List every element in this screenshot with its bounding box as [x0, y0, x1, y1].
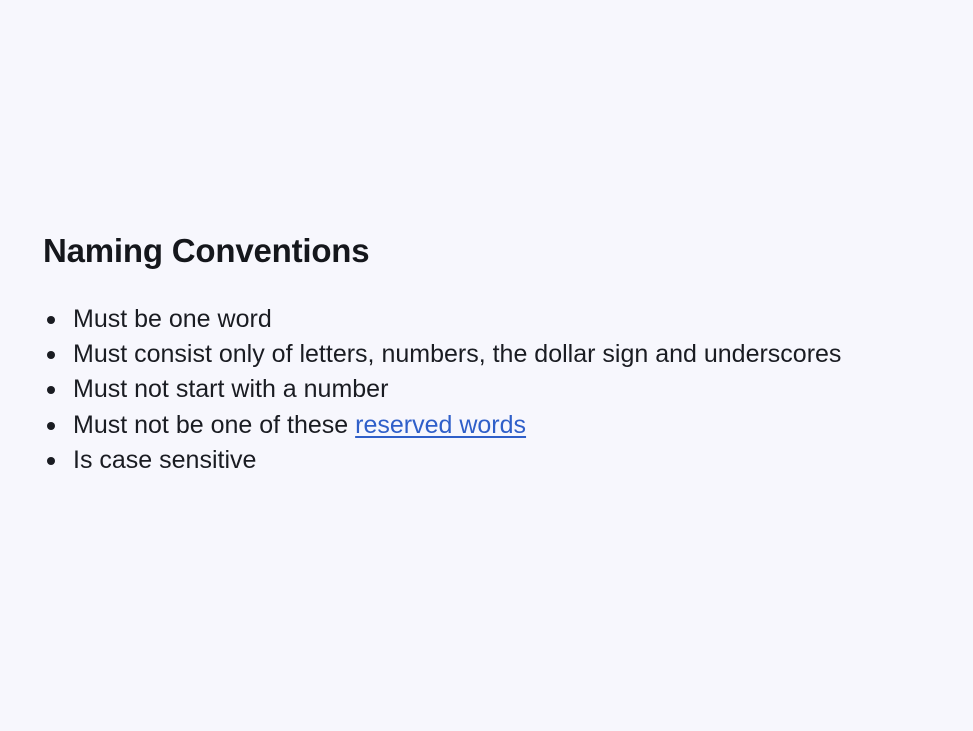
naming-conventions-section: Naming Conventions Must be one word Must…: [43, 229, 963, 478]
rule-text: Must consist only of letters, numbers, t…: [73, 340, 842, 369]
rule-text: Must not be one of these: [73, 410, 356, 439]
rule-one-word: Must be one word: [43, 302, 963, 337]
rule-allowed-characters: Must consist only of letters, numbers, t…: [43, 337, 963, 372]
rule-text: Must not start with a number: [73, 375, 389, 404]
bullet-icon: [47, 316, 55, 324]
rule-no-leading-number: Must not start with a number: [43, 372, 963, 407]
bullet-icon: [47, 421, 55, 430]
rule-text: Must be one word: [73, 305, 272, 333]
bullet-icon: [47, 351, 55, 360]
rule-case-sensitive: Is case sensitive: [43, 443, 963, 478]
rule-text: Is case sensitive: [73, 445, 257, 474]
bullet-icon: [47, 456, 55, 465]
section-heading: Naming Conventions: [43, 232, 370, 269]
rules-list: Must be one word Must consist only of le…: [43, 302, 963, 478]
rule-not-reserved: Must not be one of these reserved words: [43, 408, 963, 443]
reserved-words-link[interactable]: reserved words: [355, 411, 526, 439]
bullet-icon: [47, 386, 55, 395]
